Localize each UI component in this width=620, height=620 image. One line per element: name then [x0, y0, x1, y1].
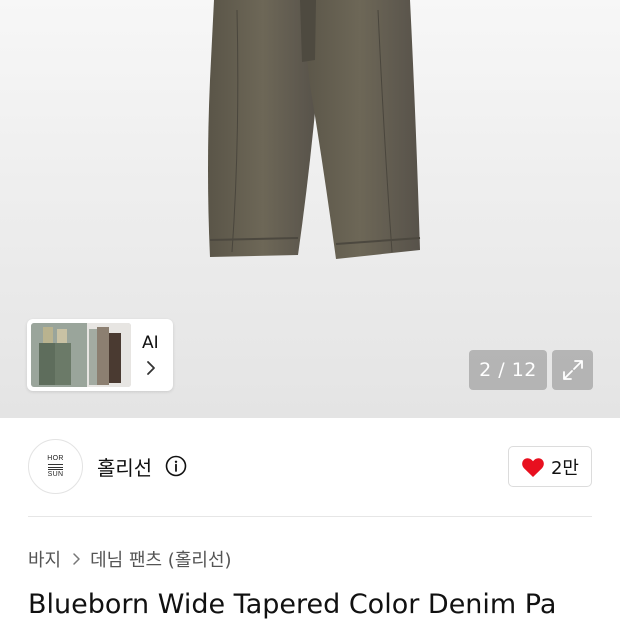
breadcrumb: 바지 데님 팬츠 (홀리선): [28, 546, 232, 572]
image-counter: 2 / 12: [469, 350, 547, 390]
like-count: 2만: [550, 457, 579, 479]
product-title: Blueborn Wide Tapered Color Denim Pa: [28, 589, 557, 620]
product-image-gallery[interactable]: AI 2 / 12: [0, 0, 620, 418]
expand-icon: [562, 360, 583, 380]
chevron-right-icon: [73, 553, 80, 565]
ai-styling-thumbnail-card[interactable]: AI: [27, 319, 173, 391]
brand-logo-bottom-text: SUN: [47, 470, 64, 478]
counter-total: 12: [511, 359, 537, 381]
breadcrumb-item-category[interactable]: 바지: [28, 546, 61, 572]
breadcrumb-item-subcategory[interactable]: 데님 팬츠 (홀리선): [90, 546, 231, 572]
ai-label: AI: [142, 333, 159, 353]
divider: [28, 516, 592, 517]
chevron-right-icon: [147, 361, 155, 375]
like-button[interactable]: 2만: [508, 446, 592, 487]
brand-logo-top-text: HOR: [47, 454, 64, 462]
counter-separator: /: [498, 359, 506, 381]
brand-logo-bars: [48, 463, 63, 470]
styling-thumbnail: [31, 323, 131, 387]
info-icon[interactable]: [165, 455, 187, 477]
heart-icon: [522, 457, 544, 477]
counter-current: 2: [479, 359, 492, 381]
expand-image-button[interactable]: [552, 350, 593, 390]
brand-name[interactable]: 홀리선: [97, 452, 152, 481]
brand-logo[interactable]: HOR SUN: [28, 439, 83, 494]
brand-row: HOR SUN 홀리선 2만: [0, 418, 620, 516]
